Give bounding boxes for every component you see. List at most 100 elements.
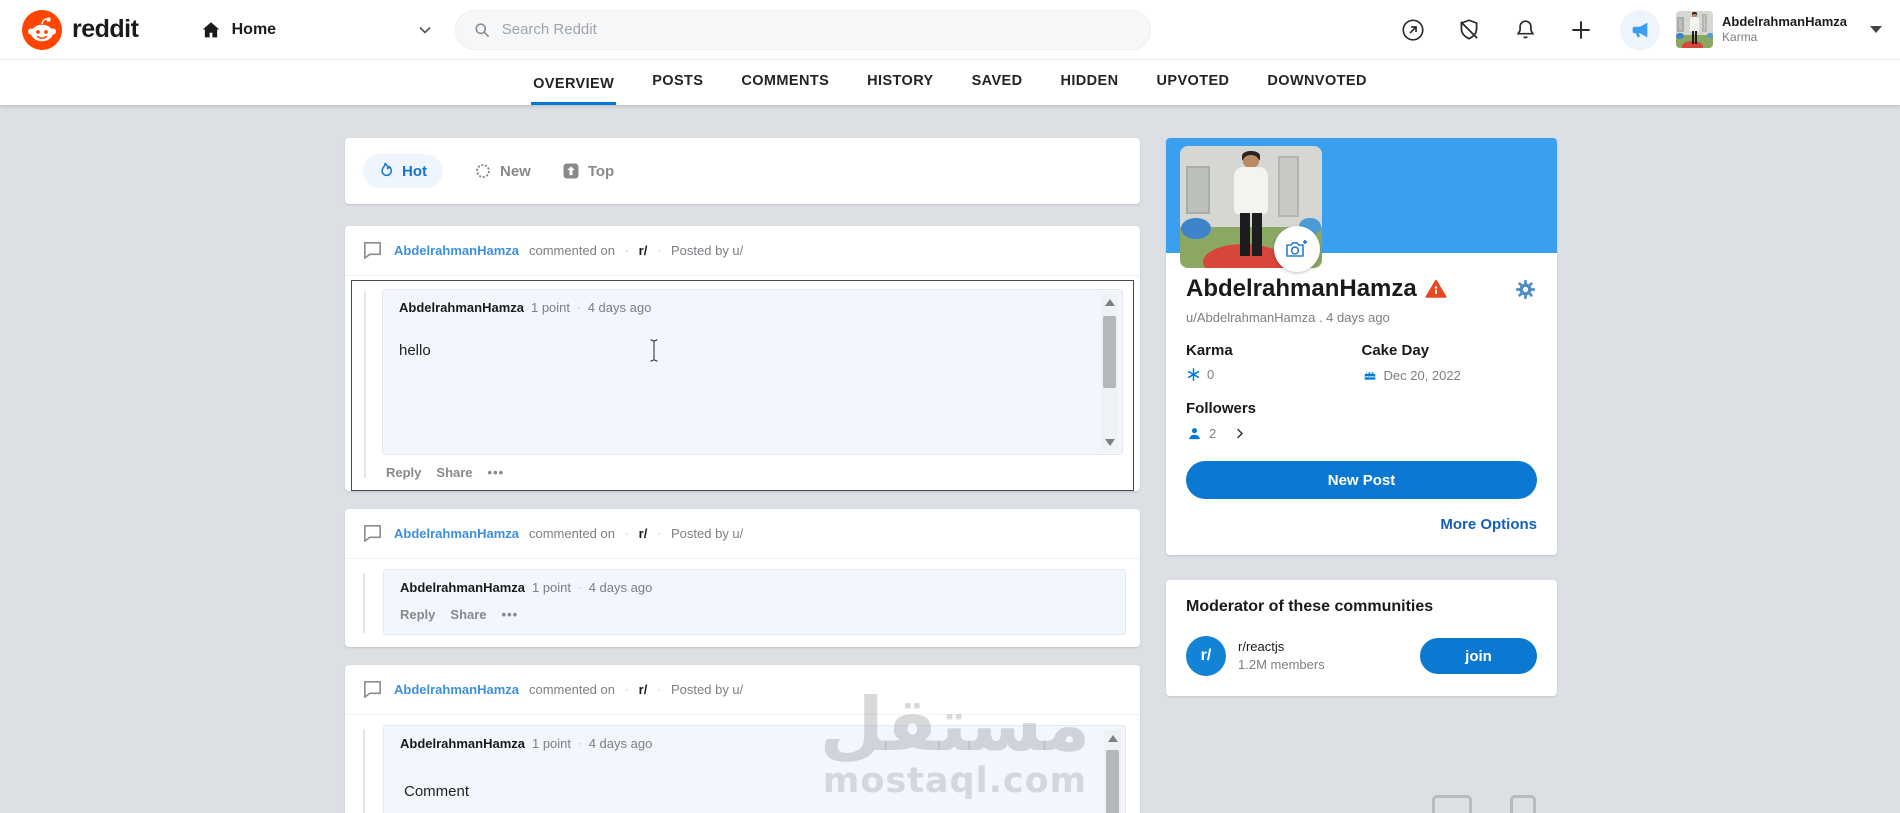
scroll-track[interactable] — [1101, 310, 1118, 434]
top-nav-bar: reddit Home Search Reddit AbdelrahmanHam… — [0, 0, 1900, 60]
text-cursor-ibeam-icon — [647, 338, 661, 363]
tab-history[interactable]: HISTORY — [865, 73, 935, 105]
feed-author-link[interactable]: AbdelrahmanHamza — [394, 526, 519, 541]
tab-posts[interactable]: POSTS — [650, 73, 705, 105]
profile-body: AbdelrahmanHamza u/AbdelrahmanHamza . 4 … — [1166, 275, 1557, 533]
scroll-down-icon[interactable] — [1101, 434, 1118, 450]
comment-author[interactable]: AbdelrahmanHamza — [400, 736, 525, 751]
new-burst-icon — [473, 161, 493, 181]
cakeday-stat: Cake Day Dec 20, 2022 — [1362, 342, 1538, 383]
top-arrow-icon — [561, 161, 581, 181]
tab-downvoted[interactable]: DOWNVOTED — [1265, 73, 1368, 105]
more-actions-button[interactable]: ••• — [502, 607, 519, 622]
share-button[interactable]: Share — [450, 607, 486, 622]
feed-card-1: AbdelrahmanHamza commented on · r/ · Pos… — [345, 226, 1140, 491]
comment-author[interactable]: AbdelrahmanHamza — [399, 300, 524, 315]
feed-card-3-header: AbdelrahmanHamza commented on · r/ · Pos… — [345, 665, 1140, 715]
subreddit-avatar[interactable]: r/ — [1186, 636, 1226, 676]
comment-age: 4 days ago — [587, 300, 652, 315]
header-karma-label: Karma — [1722, 30, 1758, 45]
karma-stat: Karma 0 — [1186, 342, 1362, 383]
feed-card-1-header: AbdelrahmanHamza commented on · r/ · Pos… — [345, 226, 1140, 276]
scroll-up-icon[interactable] — [1101, 294, 1118, 310]
tab-overview[interactable]: OVERVIEW — [531, 76, 617, 105]
scroll-thumb[interactable] — [1106, 750, 1119, 813]
profile-settings-gear-icon[interactable] — [1514, 278, 1537, 301]
search-bar[interactable] — [454, 9, 1152, 50]
follower-person-icon — [1186, 425, 1203, 442]
comment-box[interactable]: AbdelrahmanHamza 1 point · 4 days ago Re… — [383, 569, 1126, 635]
feed-card-2: AbdelrahmanHamza commented on · r/ · Pos… — [345, 509, 1140, 647]
comment-body: Comment — [400, 783, 1095, 800]
tab-saved[interactable]: SAVED — [970, 73, 1025, 105]
sidebar: AbdelrahmanHamza u/AbdelrahmanHamza . 4 … — [1166, 105, 1557, 696]
scroll-thumb[interactable] — [1103, 316, 1116, 388]
reddit-logo[interactable]: reddit — [0, 9, 200, 50]
search-input[interactable] — [501, 21, 1102, 38]
feed-subreddit-link[interactable]: r/ — [639, 243, 648, 258]
separator-dot: · — [578, 581, 582, 594]
comment-author[interactable]: AbdelrahmanHamza — [400, 580, 525, 595]
new-post-button[interactable]: New Post — [1186, 461, 1537, 499]
comment-region: AbdelrahmanHamza 1 point · 4 days ago Co… — [345, 715, 1140, 813]
feed-subreddit-link[interactable]: r/ — [639, 526, 648, 541]
warning-icon[interactable] — [1425, 278, 1447, 300]
comment-bubble-icon — [361, 678, 384, 701]
popular-arrow-icon[interactable] — [1396, 13, 1430, 47]
comment-scrollbar[interactable] — [1104, 730, 1121, 813]
community-switcher-label: Home — [231, 20, 277, 38]
profile-meta: u/AbdelrahmanHamza . 4 days ago — [1186, 310, 1390, 325]
feed-subreddit-link[interactable]: r/ — [639, 682, 648, 697]
tab-upvoted[interactable]: UPVOTED — [1155, 73, 1232, 105]
reddit-profile-page: reddit Home Search Reddit AbdelrahmanHam… — [0, 0, 1900, 813]
reply-button[interactable]: Reply — [386, 465, 421, 480]
moderator-card: Moderator of these communities r/ r/reac… — [1166, 580, 1557, 696]
sort-new-button[interactable]: New — [473, 161, 531, 181]
tab-hidden[interactable]: HIDDEN — [1059, 73, 1121, 105]
tab-comments[interactable]: COMMENTS — [739, 73, 831, 105]
comment-actions: Reply Share ••• — [382, 465, 1123, 480]
comment-meta: AbdelrahmanHamza 1 point · 4 days ago — [399, 300, 1092, 315]
search-icon — [472, 20, 492, 40]
sort-top-button[interactable]: Top — [561, 161, 614, 181]
comment-points: 1 point — [531, 580, 572, 595]
more-options-link[interactable]: More Options — [1186, 516, 1537, 533]
comment-scrollbar[interactable] — [1101, 294, 1118, 450]
community-switcher[interactable]: Home — [200, 19, 455, 41]
feed-author-link[interactable]: AbdelrahmanHamza — [394, 682, 519, 697]
comment-text: hello — [399, 342, 431, 359]
notifications-bell-icon[interactable] — [1508, 13, 1542, 47]
home-icon — [200, 19, 222, 41]
chevron-down-icon — [415, 20, 435, 40]
feed-action-text: commented on — [528, 243, 615, 258]
scroll-track[interactable] — [1104, 746, 1121, 813]
comment-box[interactable]: AbdelrahmanHamza 1 point · 4 days ago he… — [382, 289, 1123, 455]
share-button[interactable]: Share — [436, 465, 472, 480]
reddit-logo-text: reddit — [72, 15, 139, 43]
cutoff-widget-fragment — [1432, 795, 1472, 813]
karma-value: 0 — [1207, 367, 1215, 382]
comment-bubble-icon — [361, 239, 384, 262]
advertise-megaphone-icon[interactable] — [1620, 9, 1661, 50]
sort-hot-button[interactable]: Hot — [363, 154, 443, 188]
join-button[interactable]: join — [1420, 638, 1537, 674]
cakeday-value: Dec 20, 2022 — [1383, 367, 1461, 383]
feed-card-2-header: AbdelrahmanHamza commented on · r/ · Pos… — [345, 509, 1140, 559]
create-post-plus-icon[interactable] — [1564, 13, 1598, 47]
scroll-up-icon[interactable] — [1104, 730, 1121, 746]
user-menu[interactable]: AbdelrahmanHamza Karma — [1676, 11, 1900, 48]
sort-top-label: Top — [587, 162, 615, 180]
reply-button[interactable]: Reply — [400, 607, 435, 622]
profile-banner — [1166, 138, 1557, 272]
comment-box[interactable]: AbdelrahmanHamza 1 point · 4 days ago Co… — [383, 725, 1126, 813]
feed-author-link[interactable]: AbdelrahmanHamza — [394, 243, 519, 258]
chevron-right-icon[interactable] — [1232, 426, 1247, 441]
subreddit-name-link[interactable]: r/reactjs — [1238, 638, 1325, 656]
moderation-shield-off-icon[interactable] — [1452, 13, 1486, 47]
more-actions-button[interactable]: ••• — [488, 465, 505, 480]
feed-action-text: commented on — [528, 682, 615, 697]
comment-body: hello — [399, 339, 1092, 362]
profile-tab-bar: OVERVIEW POSTS COMMENTS HISTORY SAVED HI… — [0, 60, 1900, 105]
focused-comment-region: AbdelrahmanHamza 1 point · 4 days ago he… — [351, 280, 1134, 491]
change-photo-camera-icon[interactable] — [1274, 226, 1320, 272]
